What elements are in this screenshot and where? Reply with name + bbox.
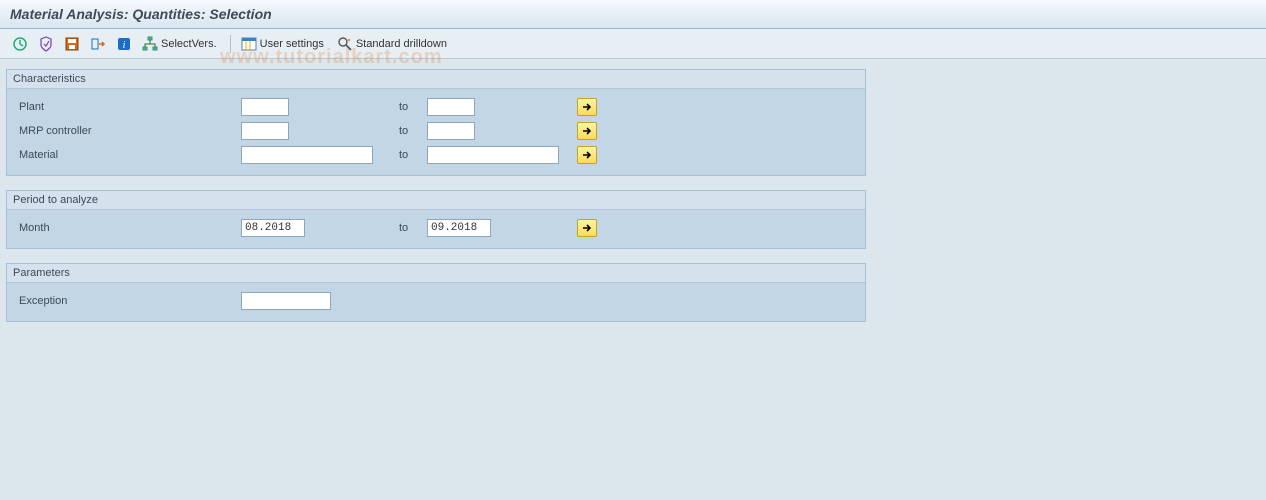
month-to-input[interactable] [427, 219, 491, 237]
month-to-label: to [399, 222, 427, 234]
plant-multiple-selection-button[interactable] [577, 98, 597, 116]
group-period-title: Period to analyze [7, 191, 865, 210]
toolbar-separator [230, 35, 231, 53]
row-month: Month to [13, 216, 859, 240]
exception-label: Exception [13, 295, 241, 307]
arrow-right-icon [581, 222, 593, 234]
group-characteristics: Characteristics Plant to MRP controller … [6, 69, 866, 176]
group-parameters-title: Parameters [7, 264, 865, 283]
drilldown-icon [337, 36, 353, 52]
execute-icon [12, 36, 28, 52]
mrp-multiple-selection-button[interactable] [577, 122, 597, 140]
arrow-right-icon [581, 149, 593, 161]
info-icon: i [116, 36, 132, 52]
group-period: Period to analyze Month to [6, 190, 866, 249]
material-label: Material [13, 149, 241, 161]
mrp-label: MRP controller [13, 125, 241, 137]
material-multiple-selection-button[interactable] [577, 146, 597, 164]
mrp-to-input[interactable] [427, 122, 475, 140]
plant-label: Plant [13, 101, 241, 113]
user-settings-button[interactable]: User settings [237, 33, 331, 55]
material-to-label: to [399, 149, 427, 161]
group-characteristics-title: Characteristics [7, 70, 865, 89]
info-button[interactable]: i [112, 33, 136, 55]
mrp-to-label: to [399, 125, 427, 137]
tool-icon [38, 36, 54, 52]
execute-print-button[interactable] [34, 33, 58, 55]
exception-input[interactable] [241, 292, 331, 310]
select-vers-button[interactable]: SelectVers. [138, 33, 224, 55]
user-settings-label: User settings [260, 38, 324, 50]
row-mrp: MRP controller to [13, 119, 859, 143]
group-parameters: Parameters Exception [6, 263, 866, 322]
mrp-from-input[interactable] [241, 122, 289, 140]
save-button[interactable] [60, 33, 84, 55]
arrow-right-icon [581, 101, 593, 113]
plant-to-input[interactable] [427, 98, 475, 116]
svg-text:i: i [123, 40, 126, 51]
execute-button[interactable] [8, 33, 32, 55]
table-settings-icon [241, 36, 257, 52]
save-icon [64, 36, 80, 52]
goto-icon [90, 36, 106, 52]
month-from-input[interactable] [241, 219, 305, 237]
row-material: Material to [13, 143, 859, 167]
arrow-right-icon [581, 125, 593, 137]
main-area: Characteristics Plant to MRP controller … [0, 59, 1266, 346]
hierarchy-icon [142, 36, 158, 52]
goto-button[interactable] [86, 33, 110, 55]
row-plant: Plant to [13, 95, 859, 119]
row-exception: Exception [13, 289, 859, 313]
material-to-input[interactable] [427, 146, 559, 164]
standard-drilldown-button[interactable]: Standard drilldown [333, 33, 454, 55]
toolbar: i SelectVers. User settings Standard dri… [0, 29, 1266, 59]
page-title: Material Analysis: Quantities: Selection [10, 6, 1256, 22]
plant-to-label: to [399, 101, 427, 113]
material-from-input[interactable] [241, 146, 373, 164]
month-label: Month [13, 222, 241, 234]
month-multiple-selection-button[interactable] [577, 219, 597, 237]
standard-drilldown-label: Standard drilldown [356, 38, 447, 50]
title-bar: Material Analysis: Quantities: Selection [0, 0, 1266, 29]
select-vers-label: SelectVers. [161, 38, 217, 50]
plant-from-input[interactable] [241, 98, 289, 116]
